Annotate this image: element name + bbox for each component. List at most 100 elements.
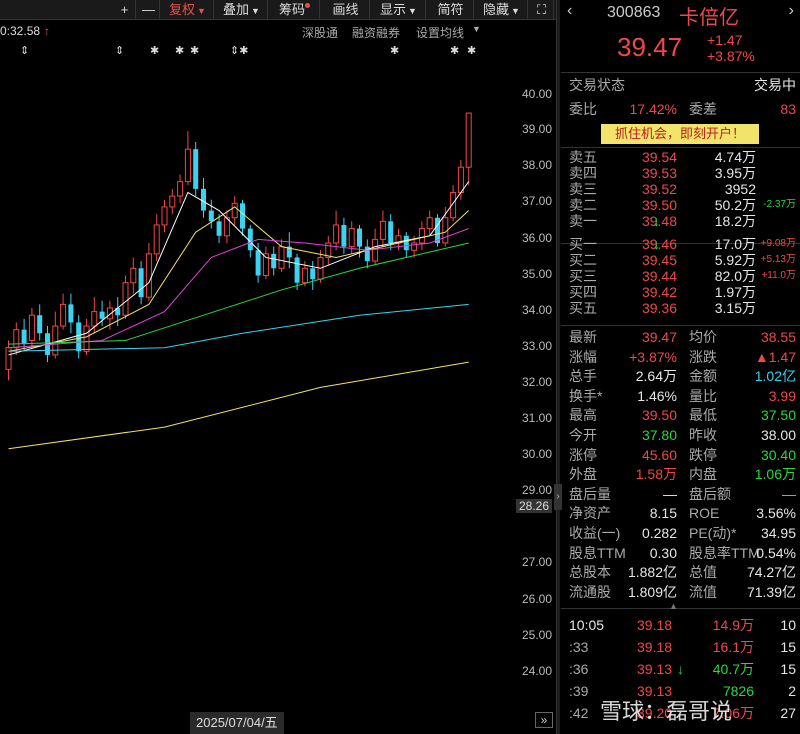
shengutong-link[interactable]: 深股通 [302,24,338,41]
order-book-row[interactable]: 买三 39.44 82.0万 +11.0万 [561,268,800,284]
stat-label: 净资产 [569,505,611,522]
order-book-row[interactable]: 买一 39.46 ↓ 17.0万 +9.08万 [561,236,800,252]
candle-body [294,257,300,283]
tick-volume: 14.9万 [712,617,754,633]
tick-price: 39.18 [637,617,673,633]
stat-label: 盘后量 [569,485,611,502]
candle-body [379,220,386,240]
level-volume: 50.2万 [714,197,756,213]
candle-body [193,149,199,189]
stat-value: 1.02亿 [754,368,796,385]
stat-label: PE(动)* [689,525,737,541]
stat-value: +3.87% [629,348,677,365]
stat-label: 股息率TTM [689,544,760,561]
tick-time: :42 [569,705,589,721]
event-marker-icon[interactable]: ✱ [450,44,459,57]
stat-label: 量比 [689,387,717,404]
tick-time: :33 [569,639,589,655]
weibi-value: 17.42% [629,101,677,117]
order-book-row[interactable]: 卖三 39.52 3952 [561,181,800,197]
stat-row: 总手 2.64万 金额 1.02亿 [561,367,800,386]
jiancao-button[interactable]: 简符 [428,0,474,20]
order-book-row[interactable]: 卖四 39.53 3.95万 [561,165,800,181]
tick-price: 39.13 [637,661,673,677]
price-tick-label: 26.00 [521,592,552,606]
zoom-in-button[interactable]: + [114,0,136,20]
stat-label: 总股本 [569,564,611,581]
price-tick-label: 25.00 [521,628,552,642]
fuquan-button[interactable]: 复权 ▼ [162,0,214,20]
stat-label: 股息TTM [569,544,626,561]
level-price: 39.44 [641,268,677,284]
candle-body [153,224,160,255]
event-marker-icon[interactable]: ⇕✱ [230,44,248,57]
dropdown-arrow-icon: ▼ [472,24,481,34]
event-marker-icon[interactable]: ✱ [467,44,476,57]
event-marker-icon[interactable]: ⇕ [20,44,29,57]
stat-value: 1.58万 [635,466,677,483]
stat-value: 39.47 [641,329,677,345]
zoom-out-button[interactable]: — [138,0,160,20]
trade-status-label: 交易状态 [569,77,625,93]
level-volume: 3.15万 [714,300,756,316]
xianshi-button[interactable]: 显示 ▼ [372,0,426,20]
candle-body [91,311,98,327]
dropdown-arrow-icon: ▼ [251,6,260,16]
huaxian-button[interactable]: 画线 [322,0,370,20]
scroll-right-icon[interactable]: » [535,712,553,728]
stat-label: 最低 [689,407,717,424]
diejia-button[interactable]: 叠加 ▼ [216,0,268,20]
collapse-up-icon[interactable]: ▲ [669,601,678,611]
stock-name: 卡倍亿 [679,7,739,29]
rongzi-link[interactable]: 融资融券 [352,24,400,41]
stat-value: 1.46% [637,387,677,404]
level-price: 39.53 [641,165,677,181]
chouma-button[interactable]: 筹码 [270,0,320,20]
candle-body [231,202,238,219]
tick-row: 10:05 39.18 14.9万 10 [561,616,800,635]
panel-divider [556,0,560,734]
yincang-button[interactable]: 隐藏 ▼ [476,0,528,20]
stat-row: 最高 39.50 最低 37.50 [561,406,800,425]
order-book-row[interactable]: 买五 39.36 3.15万 [561,300,800,316]
tick-volume: 40.7万 [712,661,754,677]
stat-label: 金额 [689,368,717,385]
stat-value: 0.30 [649,544,677,561]
price-change: +1.47 [707,32,743,48]
order-book-row[interactable]: 卖一 39.48 ↓ 18.2万 [561,213,800,229]
fullscreen-icon[interactable]: ⛶ [530,0,554,20]
kline-svg: ⇕ ⇕ ✱ ✱ ✱ ⇕✱ ✱ ✱ ✱ [5,44,476,450]
price-tick-label: 40.00 [521,87,552,101]
event-marker-icon[interactable]: ✱ [150,44,159,57]
event-marker-icon[interactable]: ✱ [190,44,199,57]
event-marker-icon[interactable]: ✱ [390,44,399,57]
candle-body [240,203,245,229]
candle-body [184,148,191,183]
stat-row: 净资产 8.15 ROE 3.56% [561,504,800,523]
down-arrow-icon: ↓ [653,213,660,229]
stat-label: 最新 [569,329,597,345]
open-account-banner[interactable]: 抓住机会，即刻开户！ [601,124,759,144]
level-volume: 17.0万 [714,236,756,252]
tick-count: 27 [780,705,796,721]
stat-value: 1.06万 [754,466,796,483]
stat-label: 昨收 [689,427,717,443]
price-tick-label: 24.00 [521,664,552,678]
shezhi-junxian-link[interactable]: 设置均线 [416,24,464,41]
level-label: 卖二 [569,197,597,213]
event-marker-icon[interactable]: ✱ [175,44,184,57]
stock-code: 300863 [607,4,661,21]
event-marker-icon[interactable]: ⇕ [115,44,124,57]
level-price: 39.52 [641,181,677,197]
forward-chevron-icon[interactable]: › [789,2,794,20]
stat-label: 流值 [689,583,717,600]
back-chevron-icon[interactable]: ‹ [567,2,572,20]
candle-body [99,311,105,319]
order-book-row[interactable]: 卖二 39.50 50.2万 -2.37万 [561,197,800,213]
order-book-row[interactable]: 卖五 39.54 4.74万 [561,149,800,165]
order-book-row[interactable]: 买四 39.42 1.97万 [561,284,800,300]
order-book-row[interactable]: 买二 39.45 5.92万 +5.13万 [561,252,800,268]
kline-chart[interactable]: ⇕ ⇕ ✱ ✱ ✱ ⇕✱ ✱ ✱ ✱ [0,44,556,734]
tick-time: :39 [569,683,589,699]
stat-value: 39.50 [641,407,677,424]
